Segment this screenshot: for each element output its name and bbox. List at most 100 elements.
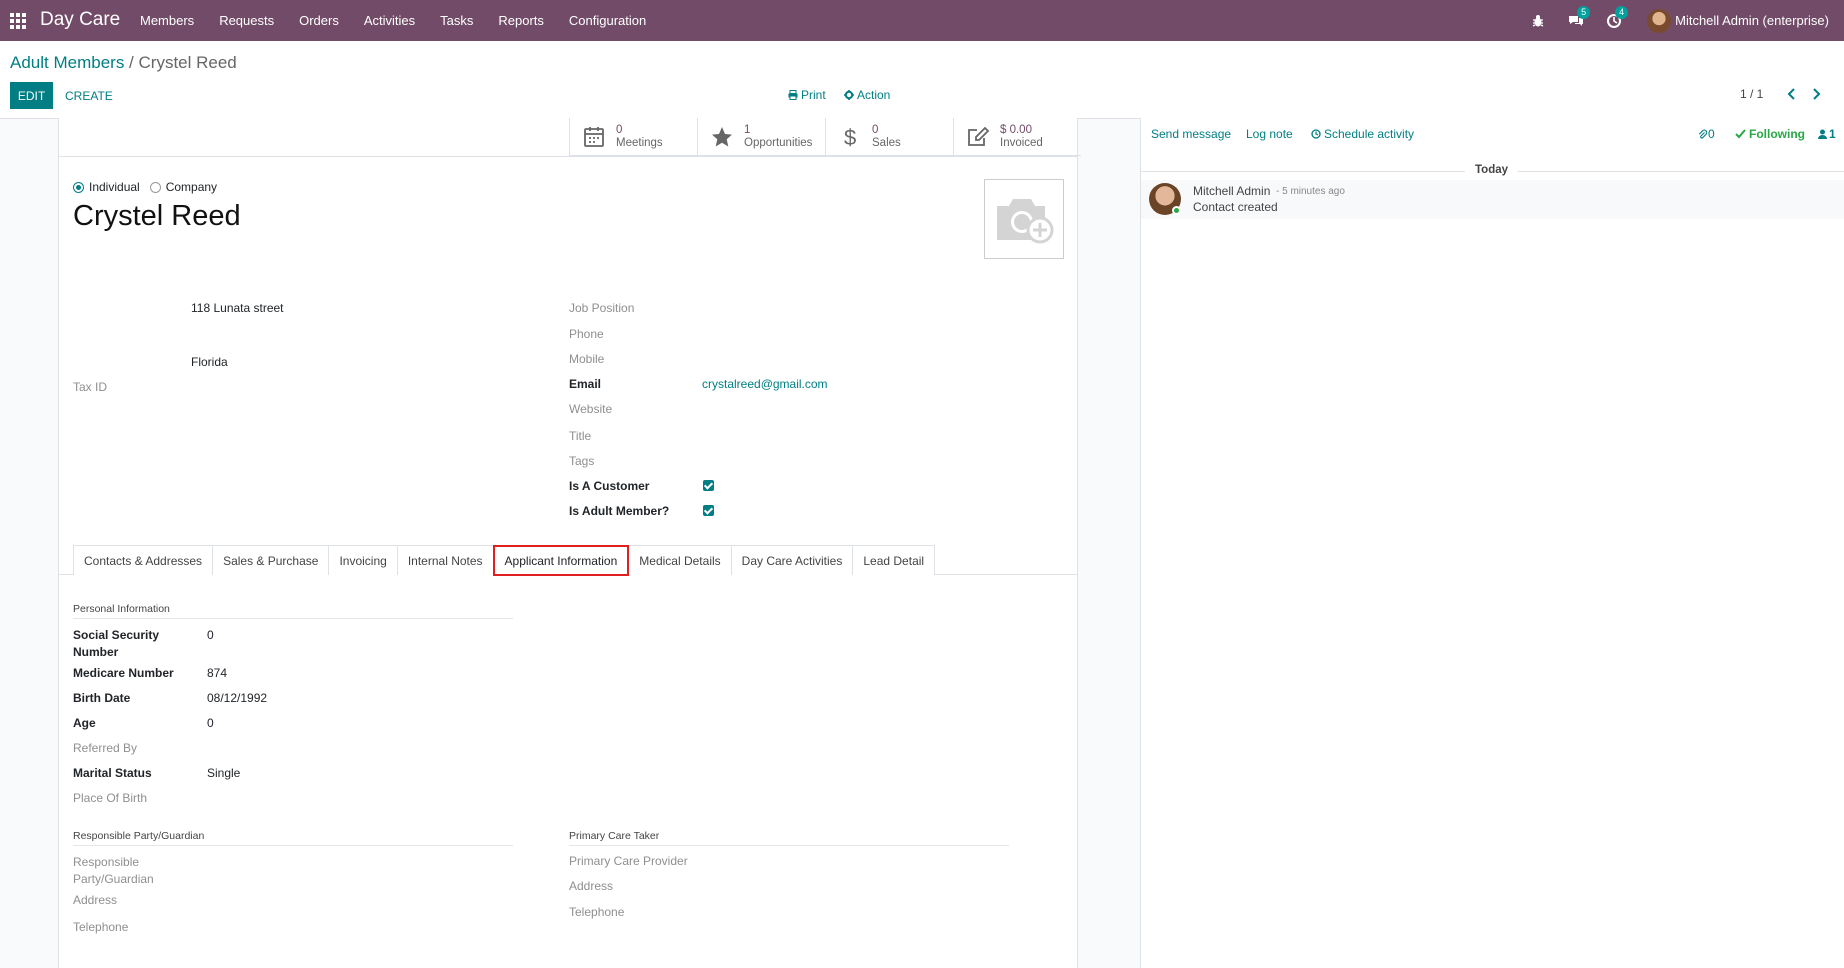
bug-icon[interactable] xyxy=(1530,13,1546,29)
job-position-label: Job Position xyxy=(569,301,635,315)
top-navbar: Day Care Members Requests Orders Activit… xyxy=(0,0,1844,41)
tab-internal-notes[interactable]: Internal Notes xyxy=(396,545,494,575)
edit-button[interactable]: EDIT xyxy=(10,82,53,109)
personal-information-divider xyxy=(73,618,513,619)
following-button[interactable]: Following xyxy=(1735,127,1805,141)
company-label[interactable]: Company xyxy=(166,180,217,194)
action-label: Action xyxy=(857,88,891,102)
opportunities-smart-button[interactable]: 1 Opportunities xyxy=(697,118,825,156)
pager-value[interactable]: 1 / 1 xyxy=(1740,87,1763,101)
invoiced-smart-button[interactable]: $ 0.00 Invoiced xyxy=(953,118,1081,156)
schedule-activity-button[interactable]: Schedule activity xyxy=(1311,127,1414,141)
chevron-right-icon[interactable] xyxy=(1808,85,1824,103)
chat-bubbles-icon[interactable]: 5 xyxy=(1568,5,1591,29)
menu-requests[interactable]: Requests xyxy=(209,13,284,28)
place-of-birth-label: Place Of Birth xyxy=(73,791,148,805)
tab-sales-purchase[interactable]: Sales & Purchase xyxy=(212,545,330,575)
email-value[interactable]: crystalreed@gmail.com xyxy=(702,377,828,391)
menu-configuration[interactable]: Configuration xyxy=(559,13,656,28)
street-value[interactable]: 118 Lunata street xyxy=(191,301,284,315)
print-label: Print xyxy=(801,88,826,102)
birth-date-value[interactable]: 08/12/1992 xyxy=(207,691,267,705)
message-time: - 5 minutes ago xyxy=(1276,186,1345,197)
gear-icon xyxy=(844,90,854,100)
state-value[interactable]: Florida xyxy=(191,355,228,369)
medicare-number-label: Medicare Number xyxy=(73,666,174,680)
apps-menu-icon[interactable] xyxy=(10,13,26,29)
is-customer-checkbox[interactable] xyxy=(703,480,714,491)
sales-smart-button[interactable]: $ 0 Sales xyxy=(825,118,953,156)
meetings-count: 0 xyxy=(616,123,623,136)
menu-activities[interactable]: Activities xyxy=(354,13,425,28)
attachments-count: 0 xyxy=(1708,127,1715,141)
log-note-button[interactable]: Log note xyxy=(1246,127,1293,141)
breadcrumb: Adult Members / Crystel Reed xyxy=(10,53,237,73)
tab-medical-details[interactable]: Medical Details xyxy=(628,545,732,575)
create-button[interactable]: CREATE xyxy=(63,82,115,109)
tab-lead-detail[interactable]: Lead Detail xyxy=(852,545,936,575)
menu-orders[interactable]: Orders xyxy=(289,13,349,28)
individual-label[interactable]: Individual xyxy=(89,180,140,194)
menu-members[interactable]: Members xyxy=(130,13,204,28)
title-label: Title xyxy=(569,429,592,443)
company-radio[interactable] xyxy=(149,181,161,193)
tax-id-label: Tax ID xyxy=(73,380,108,394)
breadcrumb-separator: / xyxy=(124,53,139,72)
send-message-button[interactable]: Send message xyxy=(1151,127,1231,141)
chevron-left-icon[interactable] xyxy=(1784,85,1800,103)
user-icon xyxy=(1818,129,1827,139)
ssn-value[interactable]: 0 xyxy=(207,628,214,642)
record-name: Crystel Reed xyxy=(73,200,241,232)
is-adult-member-label: Is Adult Member? xyxy=(569,504,670,518)
individual-radio[interactable] xyxy=(73,181,84,193)
sales-count: 0 xyxy=(872,123,879,136)
schedule-activity-label: Schedule activity xyxy=(1324,127,1415,141)
opportunities-count: 1 xyxy=(744,123,751,136)
medicare-number-value[interactable]: 874 xyxy=(207,666,227,680)
form-sheet: 0 Meetings 1 Opportunities $ 0 Sales $ 0.00… xyxy=(58,118,1081,968)
tab-invoicing[interactable]: Invoicing xyxy=(328,545,398,575)
followers-button[interactable]: 1 xyxy=(1818,127,1836,141)
avatar-upload[interactable] xyxy=(984,179,1064,259)
online-status-icon xyxy=(1172,206,1181,215)
tab-day-care-activities[interactable]: Day Care Activities xyxy=(730,545,854,575)
camera-plus-icon xyxy=(997,199,1054,244)
messages-count-badge: 5 xyxy=(1577,5,1591,19)
followers-count: 1 xyxy=(1829,127,1836,141)
user-avatar[interactable] xyxy=(1647,8,1672,33)
svg-text:$: $ xyxy=(844,125,856,149)
calendar-icon xyxy=(584,127,604,147)
chatter-message[interactable]: Mitchell Admin - 5 minutes ago Contact c… xyxy=(1141,180,1844,219)
breadcrumb-parent[interactable]: Adult Members xyxy=(10,53,124,72)
sales-label: Sales xyxy=(872,137,901,149)
menu-tasks[interactable]: Tasks xyxy=(430,13,483,28)
invoiced-amount: $ 0.00 xyxy=(1000,123,1032,136)
main-menu: Members Requests Orders Activities Tasks… xyxy=(130,0,661,41)
menu-reports[interactable]: Reports xyxy=(488,13,554,28)
dollar-icon: $ xyxy=(844,125,856,149)
marital-status-value[interactable]: Single xyxy=(207,766,240,780)
chatter-panel: Send message Log note Schedule activity … xyxy=(1140,118,1844,968)
is-customer-label: Is A Customer xyxy=(569,479,650,493)
is-adult-member-checkbox[interactable] xyxy=(703,505,714,516)
guardian-section-divider xyxy=(73,845,513,846)
user-menu[interactable]: Mitchell Admin (enterprise) xyxy=(1675,13,1829,28)
print-button[interactable]: Print xyxy=(788,88,826,102)
meetings-smart-button[interactable]: 0 Meetings xyxy=(569,118,697,156)
age-value[interactable]: 0 xyxy=(207,716,214,730)
tab-contacts-addresses[interactable]: Contacts & Addresses xyxy=(73,545,214,575)
message-author[interactable]: Mitchell Admin xyxy=(1193,184,1270,198)
tab-applicant-information[interactable]: Applicant Information xyxy=(492,545,630,576)
tags-label: Tags xyxy=(569,454,595,468)
phone-label: Phone xyxy=(569,327,604,341)
personal-information-title: Personal Information xyxy=(73,603,170,615)
guardian-telephone-label: Telephone xyxy=(73,920,129,934)
activity-clock-icon[interactable]: 4 xyxy=(1606,5,1629,29)
ssn-label: Social Security Number xyxy=(73,628,160,659)
attachments-button[interactable]: 0 xyxy=(1698,127,1715,141)
meetings-label: Meetings xyxy=(616,137,663,149)
app-name[interactable]: Day Care xyxy=(40,9,120,31)
action-button[interactable]: Action xyxy=(844,88,890,102)
website-label: Website xyxy=(569,402,613,416)
company-type-selector: Individual Company xyxy=(73,180,227,194)
